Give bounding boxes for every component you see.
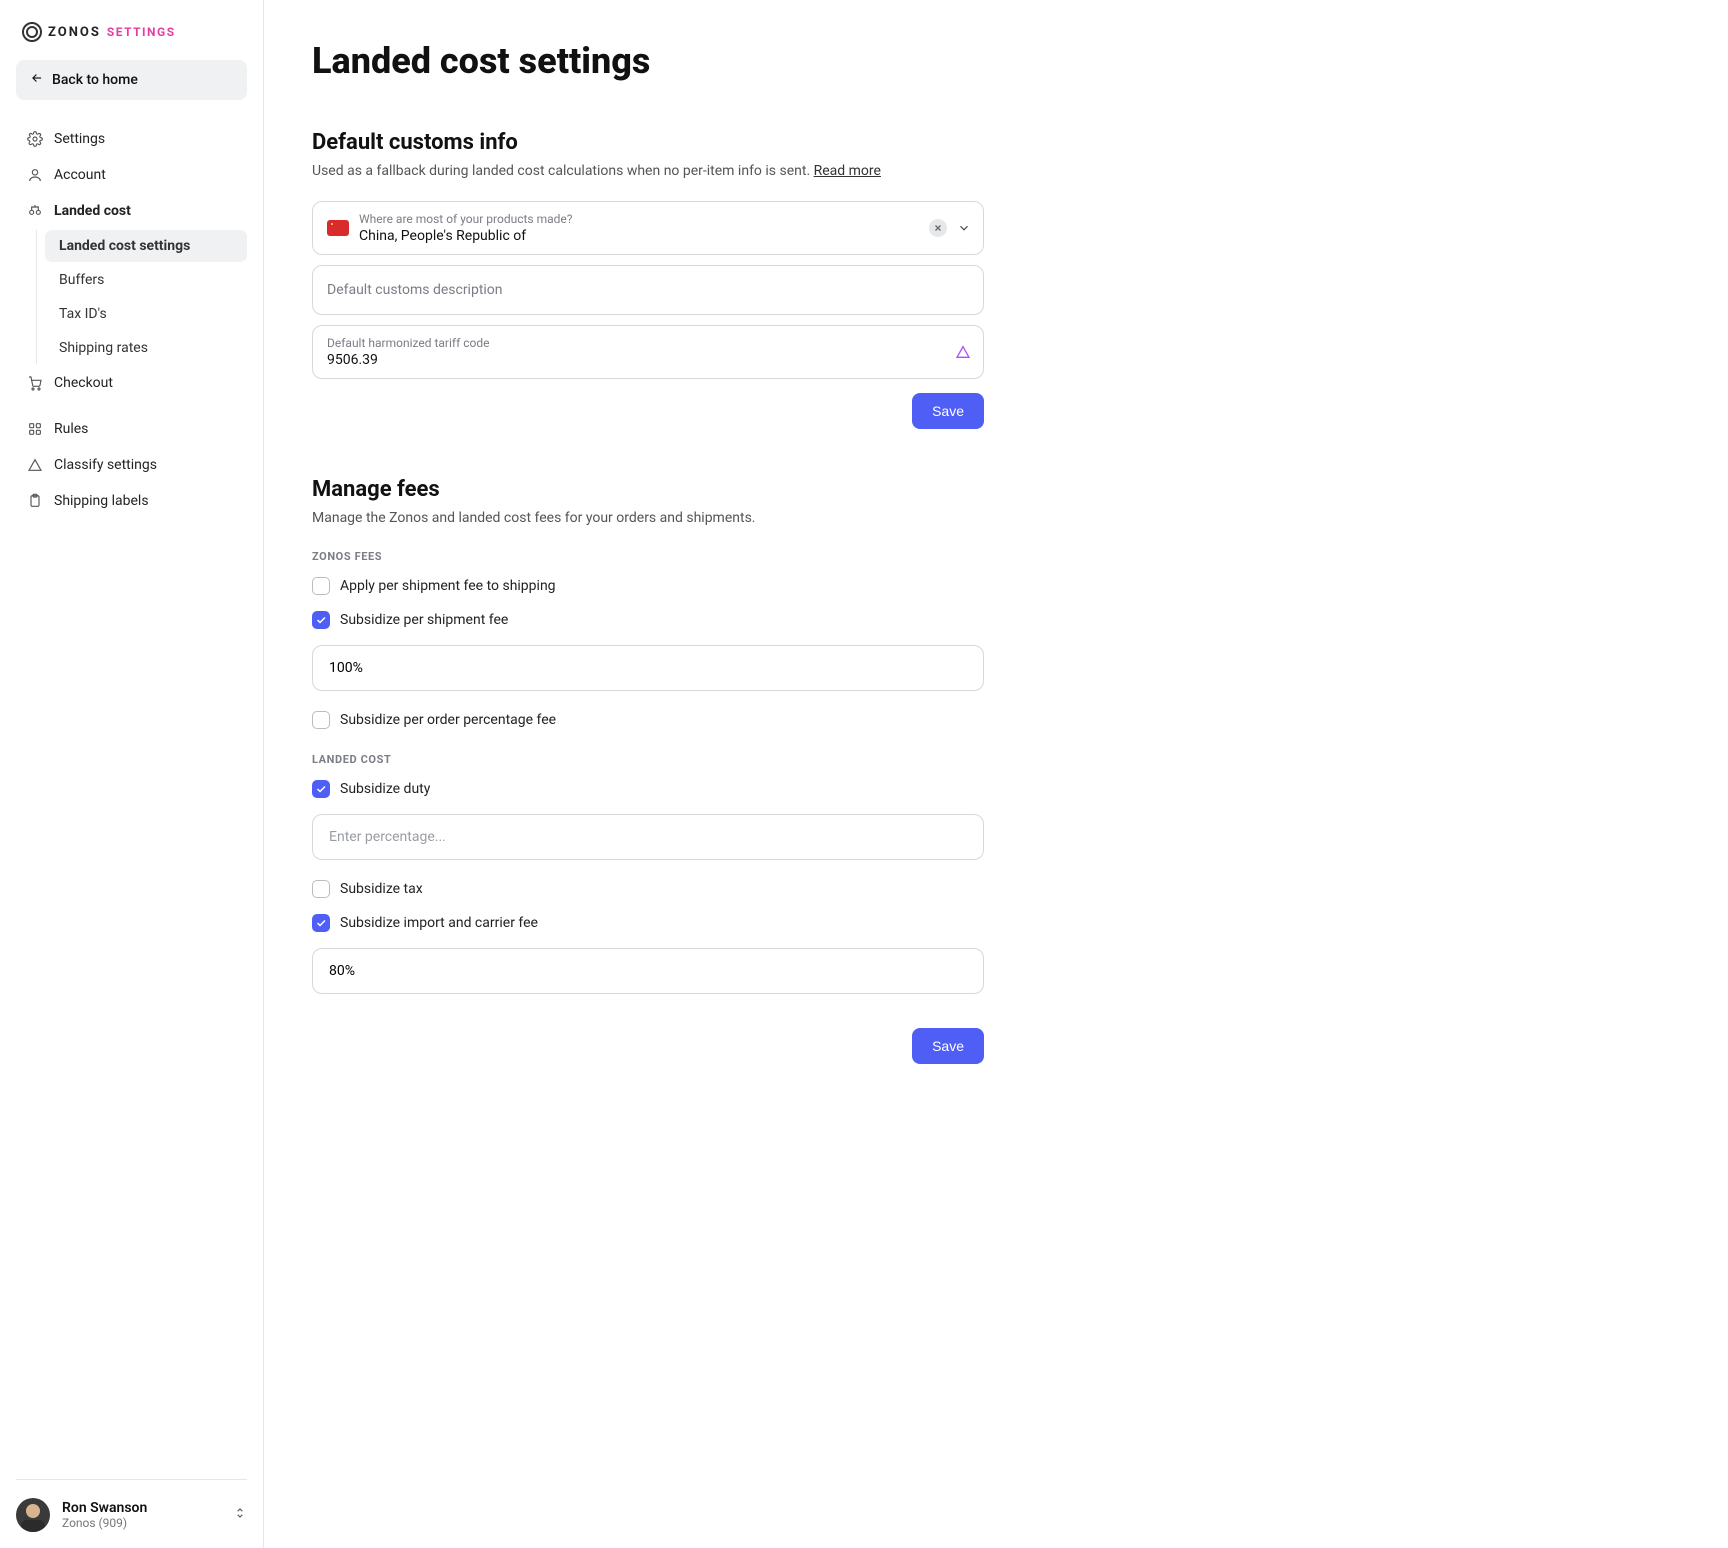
country-of-origin-select[interactable]: Where are most of your products made? Ch… bbox=[312, 201, 984, 255]
nav-label: Checkout bbox=[54, 375, 113, 391]
nav-label: Classify settings bbox=[54, 457, 157, 473]
customs-desc-text: Used as a fallback during landed cost ca… bbox=[312, 163, 814, 179]
brand: ZONOS SETTINGS bbox=[16, 22, 247, 42]
checkbox-label: Subsidize duty bbox=[340, 781, 430, 797]
zonos-logo-icon bbox=[22, 22, 42, 42]
tariff-label: Default harmonized tariff code bbox=[327, 336, 969, 350]
fees-title: Manage fees bbox=[312, 477, 984, 502]
grid-icon bbox=[26, 420, 44, 438]
subsidize-import-carrier-checkbox[interactable]: Subsidize import and carrier fee bbox=[312, 914, 984, 932]
zonos-fees-heading: ZONOS FEES bbox=[312, 550, 984, 563]
read-more-link[interactable]: Read more bbox=[814, 163, 881, 179]
checkbox-label: Apply per shipment fee to shipping bbox=[340, 578, 556, 594]
customs-description-input[interactable]: Default customs description bbox=[312, 265, 984, 315]
checkbox-label: Subsidize import and carrier fee bbox=[340, 915, 538, 931]
chevron-up-down-icon bbox=[233, 1506, 247, 1524]
checkbox-icon bbox=[312, 577, 330, 595]
avatar bbox=[16, 1498, 50, 1532]
clear-origin-button[interactable] bbox=[929, 219, 947, 237]
customs-desc-placeholder: Default customs description bbox=[327, 282, 969, 298]
classify-triangle-icon bbox=[955, 344, 971, 360]
brand-name: ZONOS bbox=[48, 25, 101, 40]
subsidize-duty-checkbox[interactable]: Subsidize duty bbox=[312, 780, 984, 798]
user-menu[interactable]: Ron Swanson Zonos (909) bbox=[16, 1479, 247, 1532]
customs-description: Used as a fallback during landed cost ca… bbox=[312, 163, 984, 179]
main-nav: Settings Account Landed cost Landed cost… bbox=[16, 122, 247, 1467]
nav-label: Rules bbox=[54, 421, 88, 437]
back-label: Back to home bbox=[52, 72, 138, 88]
landed-cost-submenu: Landed cost settings Buffers Tax ID's Sh… bbox=[36, 230, 247, 364]
subsidize-import-percent-input[interactable] bbox=[312, 948, 984, 994]
default-customs-section: Default customs info Used as a fallback … bbox=[312, 130, 984, 429]
nav-rules[interactable]: Rules bbox=[16, 412, 247, 446]
checkbox-icon bbox=[312, 880, 330, 898]
nav-label: Account bbox=[54, 167, 106, 183]
subnav-landed-cost-settings[interactable]: Landed cost settings bbox=[45, 230, 247, 262]
checkbox-checked-icon bbox=[312, 780, 330, 798]
landed-cost-heading: LANDED COST bbox=[312, 753, 984, 766]
checkbox-icon bbox=[312, 711, 330, 729]
nav-label: Landed cost bbox=[54, 203, 131, 219]
customs-title: Default customs info bbox=[312, 130, 984, 155]
user-org: Zonos (909) bbox=[62, 1516, 221, 1530]
checkbox-label: Subsidize per order percentage fee bbox=[340, 712, 556, 728]
tariff-value: 9506.39 bbox=[327, 352, 969, 368]
nav-classify-settings[interactable]: Classify settings bbox=[16, 448, 247, 482]
triangle-icon bbox=[26, 456, 44, 474]
user-name: Ron Swanson bbox=[62, 1500, 221, 1516]
subnav-shipping-rates[interactable]: Shipping rates bbox=[45, 332, 247, 364]
nav-label: Settings bbox=[54, 131, 105, 147]
nav-shipping-labels[interactable]: Shipping labels bbox=[16, 484, 247, 518]
subsidize-per-shipment-checkbox[interactable]: Subsidize per shipment fee bbox=[312, 611, 984, 629]
brand-section: SETTINGS bbox=[107, 25, 176, 39]
nav-landed-cost[interactable]: Landed cost bbox=[16, 194, 247, 228]
user-info: Ron Swanson Zonos (909) bbox=[62, 1500, 221, 1530]
checkbox-label: Subsidize tax bbox=[340, 881, 423, 897]
checkbox-checked-icon bbox=[312, 914, 330, 932]
manage-fees-section: Manage fees Manage the Zonos and landed … bbox=[312, 477, 984, 1064]
subsidize-duty-percent-input[interactable] bbox=[312, 814, 984, 860]
save-customs-button[interactable]: Save bbox=[912, 393, 984, 429]
subsidize-tax-checkbox[interactable]: Subsidize tax bbox=[312, 880, 984, 898]
origin-field-value: China, People's Republic of bbox=[359, 228, 969, 244]
user-icon bbox=[26, 166, 44, 184]
checkbox-checked-icon bbox=[312, 611, 330, 629]
apply-per-shipment-checkbox[interactable]: Apply per shipment fee to shipping bbox=[312, 577, 984, 595]
nav-account[interactable]: Account bbox=[16, 158, 247, 192]
main-content: Landed cost settings Default customs inf… bbox=[264, 0, 1314, 1548]
china-flag-icon bbox=[327, 220, 349, 236]
nav-settings[interactable]: Settings bbox=[16, 122, 247, 156]
page-title: Landed cost settings bbox=[312, 40, 1266, 82]
sidebar: ZONOS SETTINGS Back to home Settings Acc… bbox=[0, 0, 264, 1548]
cart-icon bbox=[26, 374, 44, 392]
origin-field-label: Where are most of your products made? bbox=[359, 212, 969, 226]
save-fees-button[interactable]: Save bbox=[912, 1028, 984, 1064]
back-to-home-button[interactable]: Back to home bbox=[16, 60, 247, 100]
subnav-buffers[interactable]: Buffers bbox=[45, 264, 247, 296]
fees-description: Manage the Zonos and landed cost fees fo… bbox=[312, 510, 984, 526]
gear-icon bbox=[26, 130, 44, 148]
nav-checkout[interactable]: Checkout bbox=[16, 366, 247, 400]
subsidize-per-order-checkbox[interactable]: Subsidize per order percentage fee bbox=[312, 711, 984, 729]
chevron-down-icon[interactable] bbox=[957, 221, 971, 235]
arrow-left-icon bbox=[30, 71, 44, 89]
checkbox-label: Subsidize per shipment fee bbox=[340, 612, 508, 628]
subsidize-shipment-percent-input[interactable] bbox=[312, 645, 984, 691]
clipboard-icon bbox=[26, 492, 44, 510]
nav-label: Shipping labels bbox=[54, 493, 149, 509]
scales-icon bbox=[26, 202, 44, 220]
subnav-tax-ids[interactable]: Tax ID's bbox=[45, 298, 247, 330]
tariff-code-input[interactable]: Default harmonized tariff code 9506.39 bbox=[312, 325, 984, 379]
